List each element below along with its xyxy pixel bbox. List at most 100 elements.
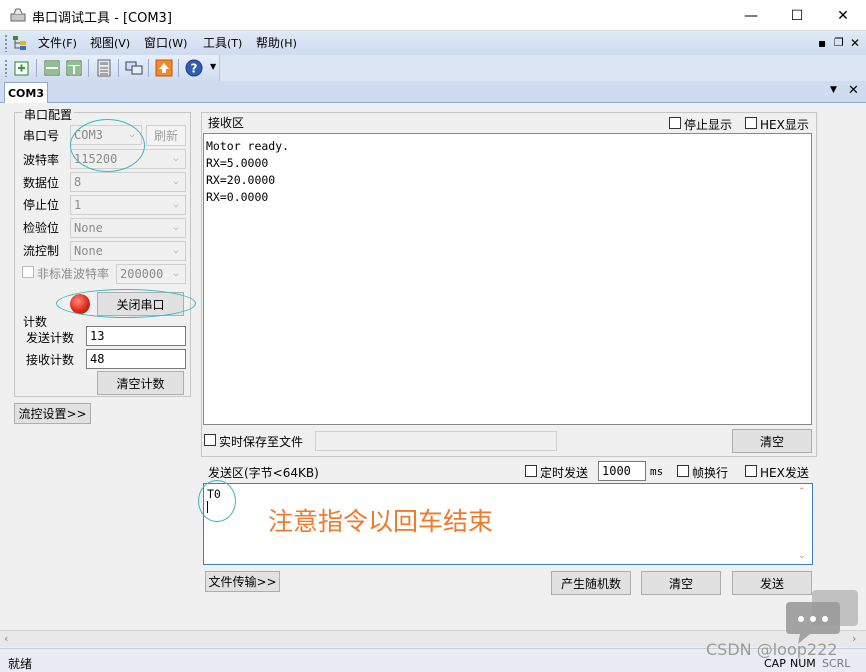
parity-select[interactable]: None ⌵ [70,218,186,238]
clear-send-button[interactable]: 清空 [641,571,721,595]
send-title: 发送区(字节<64KB) [208,466,319,480]
minimize-button[interactable]: — [728,0,774,31]
sent-count-field: 13 [86,326,186,346]
toolbar-separator [118,59,119,77]
chevron-down-icon: ⌵ [173,200,179,210]
receive-line: RX=5.0000 [206,156,269,170]
mdi-close-icon[interactable]: ✕ [850,36,860,50]
hex-send-label: HEX发送 [760,466,809,480]
save-path-field[interactable] [315,431,557,451]
menu-view[interactable]: 视图(V) [90,34,130,53]
frame-newline-checkbox[interactable] [677,465,689,477]
save-to-file-label: 实时保存至文件 [219,435,304,449]
refresh-button[interactable]: 刷新 [146,125,186,146]
counter-title: 计数 [23,315,48,329]
flow-label: 流控制 [23,244,60,258]
interval-input[interactable]: 1000 [598,461,646,481]
mdi-minimize-icon[interactable]: ▪ [818,36,826,50]
new-session-icon[interactable] [13,59,31,77]
menu-window[interactable]: 窗口(W) [144,34,187,53]
minimize-icon: — [744,7,758,24]
help-icon[interactable]: ? [185,59,203,77]
recv-count-field: 48 [86,349,186,369]
nonstd-baud-select[interactable]: 200000 ⌵ [116,264,186,284]
tab-list-dropdown-icon[interactable]: ▼ [830,85,837,95]
close-icon: ✕ [837,7,849,24]
menu-tools[interactable]: 工具(T) [203,34,242,53]
window-title: 串口调试工具 - [COM3] [32,11,172,26]
tab-com3[interactable]: COM3 [4,82,48,103]
flow-select[interactable]: None ⌵ [70,241,186,261]
parity-label: 检验位 [23,221,60,235]
tab-close-icon[interactable]: ✕ [848,83,859,98]
interval-unit: ms [650,465,664,478]
receive-line: RX=20.0000 [206,173,276,187]
document-tab-strip [0,81,866,103]
mdi-restore-icon[interactable]: ❐ [834,36,844,49]
save-to-file-checkbox[interactable] [204,434,216,446]
toolbar-overflow-icon[interactable]: ▼ [210,62,216,71]
scroll-up-icon[interactable]: ⌃ [798,487,806,497]
highlight-command-annotation [198,480,236,522]
hex-display-label: HEX显示 [760,118,809,132]
chevron-down-icon: ⌵ [173,223,179,233]
screens-icon[interactable] [125,59,143,77]
toolbar-separator [36,59,37,77]
hex-display-checkbox[interactable] [745,117,757,129]
split-vertical-icon[interactable] [65,59,83,77]
databits-label: 数据位 [23,176,60,190]
send-note-annotation: 注意指令以回车结束 [268,507,494,536]
app-icon [10,8,26,22]
hex-send-checkbox[interactable] [745,465,757,477]
stop-display-label: 停止显示 [684,118,733,132]
port-config-title: 串口配置 [22,106,75,123]
receive-textarea[interactable]: Motor ready. RX=5.0000 RX=20.0000 RX=0.0… [203,133,812,425]
chevron-down-icon: ⌵ [173,246,179,256]
port-label: 串口号 [23,129,60,143]
watermark: CSDN @loop222 [706,640,838,659]
baud-label: 波特率 [23,153,60,167]
toolbar-separator [88,59,89,77]
send-scrollbar[interactable]: ⌃ ⌄ [795,485,811,563]
clear-counter-button[interactable]: 清空计数 [97,371,184,395]
maximize-button[interactable]: ☐ [774,0,820,31]
scroll-down-icon[interactable]: ⌄ [798,551,806,561]
close-button[interactable]: ✕ [820,0,866,31]
timed-send-label: 定时发送 [540,466,589,480]
scroll-left-icon[interactable]: ‹ [4,632,8,645]
status-text: 就绪 [8,657,33,671]
svg-text:?: ? [191,62,198,76]
clear-receive-button[interactable]: 清空 [732,429,812,453]
upload-icon[interactable] [155,59,173,77]
chat-bubble-icon [786,590,858,644]
stopbits-label: 停止位 [23,198,60,212]
file-transfer-button[interactable]: 文件传输>> [205,571,280,592]
receive-line: Motor ready. [206,139,290,153]
highlight-port-annotation [70,119,145,172]
random-button[interactable]: 产生随机数 [551,571,631,595]
stopbits-select[interactable]: 1 ⌵ [70,195,186,215]
chevron-down-icon: ⌵ [173,269,179,279]
receive-title: 接收区 [208,116,245,130]
chevron-down-icon: ⌵ [173,177,179,187]
menu-file[interactable]: 文件(F) [38,34,77,53]
timed-send-checkbox[interactable] [525,465,537,477]
stop-display-checkbox[interactable] [669,117,681,129]
recv-count-label: 接收计数 [26,353,75,367]
frame-newline-label: 帧换行 [692,466,729,480]
toolbar-background [220,55,866,81]
toolbar-separator [148,59,149,77]
menu-help[interactable]: 帮助(H) [256,34,297,53]
maximize-icon: ☐ [790,7,804,24]
nonstd-baud-label: 非标准波特率 [37,267,110,281]
sent-count-label: 发送计数 [26,331,75,345]
databits-select[interactable]: 8 ⌵ [70,172,186,192]
split-horizontal-icon[interactable] [43,59,61,77]
menubar-grip-icon [4,34,8,52]
calculator-icon[interactable] [95,59,113,77]
chevron-down-icon: ⌵ [173,154,179,164]
receive-line: RX=0.0000 [206,190,269,204]
nonstd-baud-checkbox[interactable] [22,266,34,278]
toolbar-separator [178,59,179,77]
flow-settings-button[interactable]: 流控设置>> [14,403,91,424]
